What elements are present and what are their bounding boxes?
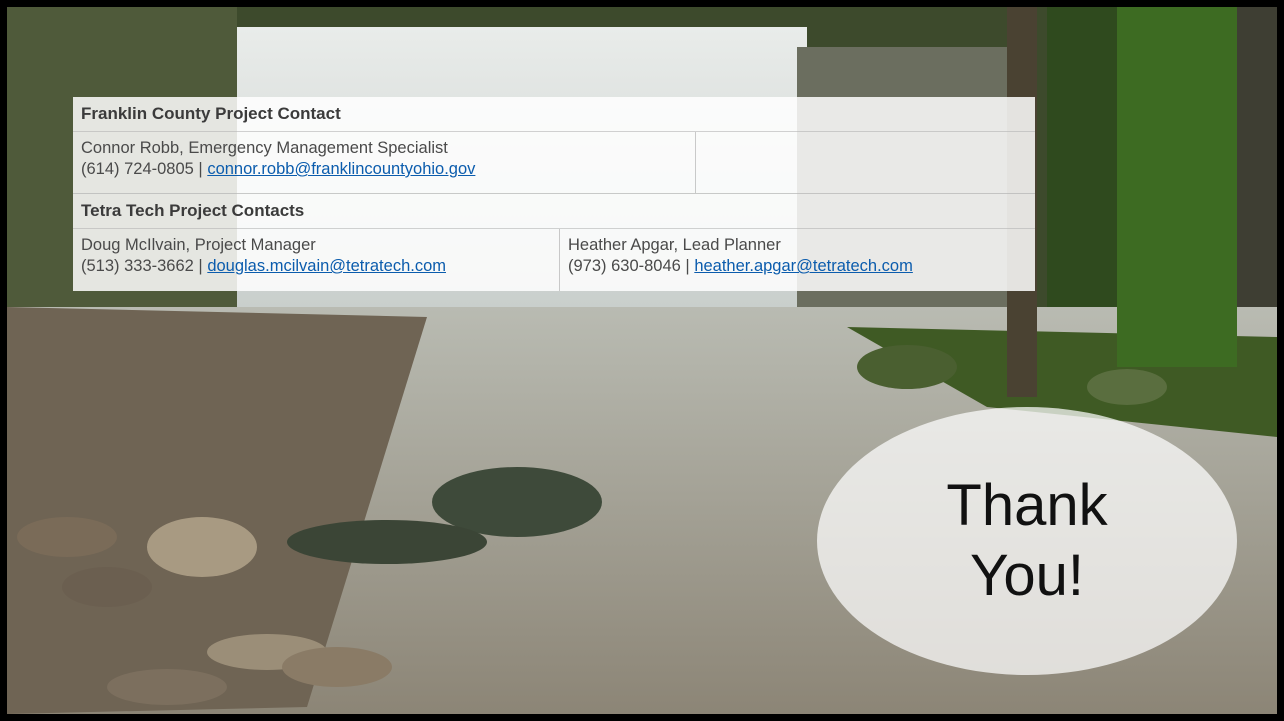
contacts-table: Franklin County Project Contact Connor R…: [73, 97, 1035, 291]
separator: |: [680, 257, 695, 275]
tetra-contact-cell: Doug McIlvain, Project Manager (513) 333…: [73, 229, 560, 291]
email-link[interactable]: heather.apgar@tetratech.com: [694, 257, 913, 275]
tetra-contact-cell: Heather Apgar, Lead Planner (973) 630-80…: [560, 229, 1035, 291]
thank-you-line2: You!: [969, 543, 1084, 608]
email-link[interactable]: connor.robb@franklincountyohio.gov: [207, 160, 475, 178]
tetra-row: Doug McIlvain, Project Manager (513) 333…: [73, 229, 1035, 291]
contact-phone: (973) 630-8046: [568, 257, 681, 275]
contact-phone: (513) 333-3662: [81, 257, 194, 275]
separator: |: [193, 160, 208, 178]
franklin-row: Connor Robb, Emergency Management Specia…: [73, 132, 1035, 194]
contact-name-title: Doug McIlvain, Project Manager: [81, 236, 316, 254]
empty-cell: [696, 132, 1035, 194]
separator: |: [193, 257, 208, 275]
thank-you-line1: Thank: [946, 473, 1108, 538]
contact-phone: (614) 724-0805: [81, 160, 194, 178]
email-link[interactable]: douglas.mcilvain@tetratech.com: [207, 257, 446, 275]
contact-name-title: Heather Apgar, Lead Planner: [568, 236, 781, 254]
contact-name-title: Connor Robb, Emergency Management Specia…: [81, 139, 448, 157]
tetra-heading: Tetra Tech Project Contacts: [73, 194, 1035, 229]
franklin-heading: Franklin County Project Contact: [73, 97, 1035, 132]
franklin-contact-cell: Connor Robb, Emergency Management Specia…: [73, 132, 696, 194]
slide: Franklin County Project Contact Connor R…: [7, 7, 1277, 714]
thank-you-bubble: Thank You!: [817, 407, 1237, 675]
